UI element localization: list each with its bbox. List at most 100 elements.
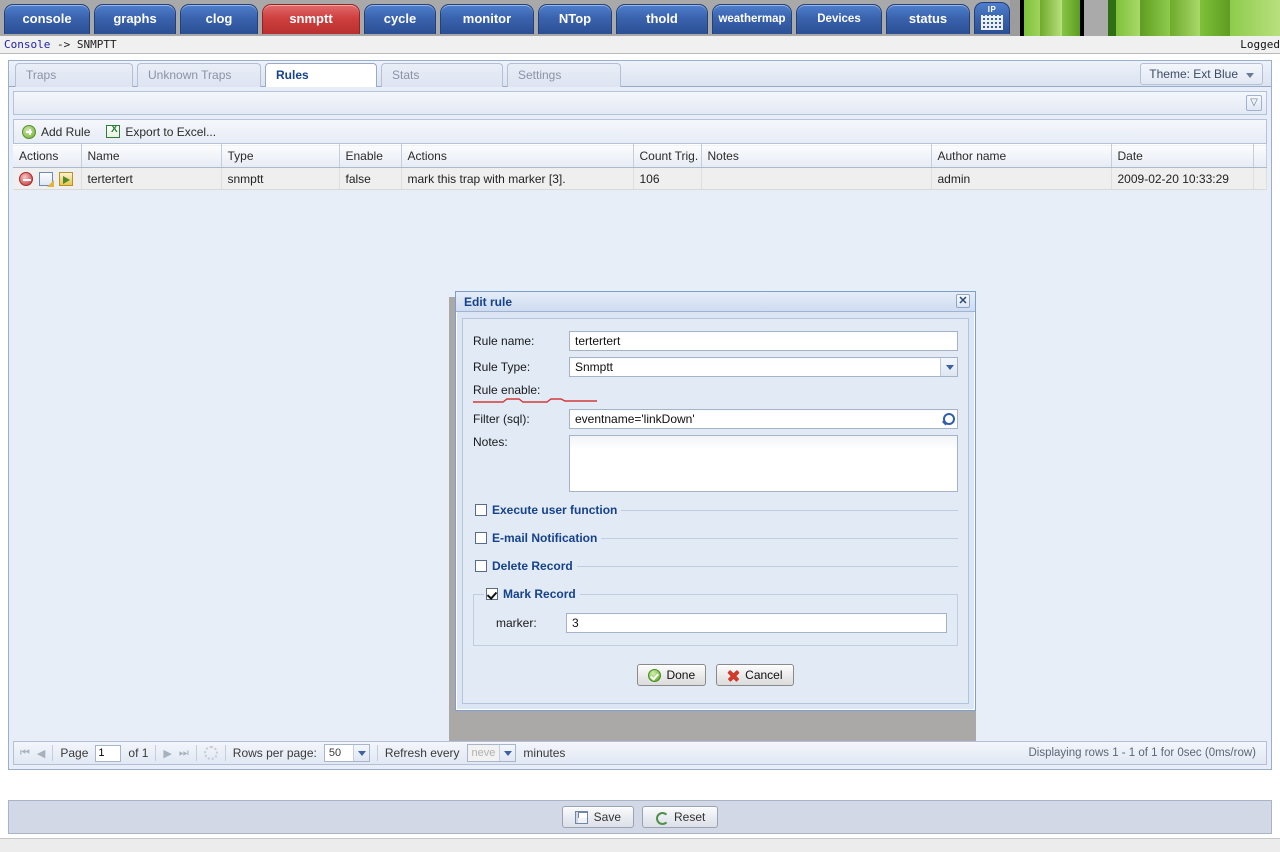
rows-per-page-select[interactable]: 50 bbox=[323, 744, 370, 762]
column-header-actions-2[interactable]: Actions bbox=[401, 144, 634, 168]
nav-tab-snmptt[interactable]: snmptt bbox=[262, 4, 360, 34]
tab-settings[interactable]: Settings bbox=[507, 63, 621, 87]
execute-user-function-checkbox[interactable] bbox=[475, 504, 487, 516]
nav-tab-devices[interactable]: Devices bbox=[796, 4, 882, 34]
filter-collapse-bar: ▽ bbox=[13, 91, 1267, 115]
column-header-enable[interactable]: Enable bbox=[339, 144, 402, 168]
nav-tab-graphs[interactable]: graphs bbox=[94, 4, 176, 34]
divider bbox=[195, 745, 197, 761]
page-number-input[interactable] bbox=[95, 744, 122, 762]
reset-arrow-icon bbox=[655, 811, 669, 825]
refresh-every-label: Refresh every bbox=[384, 746, 460, 760]
rule-type-select[interactable] bbox=[569, 357, 958, 377]
notes-textarea[interactable] bbox=[569, 435, 958, 492]
breadcrumb-separator: -> bbox=[50, 38, 77, 51]
save-button[interactable]: Save bbox=[561, 806, 634, 828]
filter-sql-input[interactable] bbox=[569, 409, 958, 429]
email-notification-checkbox[interactable] bbox=[475, 532, 487, 544]
edit-icon[interactable] bbox=[39, 171, 54, 187]
nav-tab-clog[interactable]: clog bbox=[180, 4, 258, 34]
dialog-header: Edit rule ✕ bbox=[456, 292, 975, 312]
delete-record-checkbox[interactable] bbox=[475, 560, 487, 572]
column-header-count-trig[interactable]: Count Trig. bbox=[633, 144, 702, 168]
section-email-notification: E-mail Notification bbox=[473, 531, 958, 545]
nav-tab-thold[interactable]: thold bbox=[616, 4, 708, 34]
chevron-double-down-icon[interactable]: ▽ bbox=[1246, 95, 1262, 111]
rules-grid: Actions Name Type Enable Actions Count T… bbox=[13, 144, 1267, 190]
last-page-button[interactable]: ⏭ bbox=[179, 747, 189, 760]
breadcrumb: Console -> SNMPTT Logged bbox=[0, 36, 1280, 54]
notes-label: Notes: bbox=[473, 435, 508, 449]
rule-name-input[interactable] bbox=[569, 331, 958, 351]
reset-button[interactable]: Reset bbox=[642, 806, 719, 828]
section-legend: Mark Record bbox=[484, 587, 580, 601]
cancel-button-label: Cancel bbox=[745, 668, 783, 682]
nav-tab-ntop[interactable]: NTop bbox=[538, 4, 612, 34]
column-header-date[interactable]: Date bbox=[1111, 144, 1254, 168]
chevron-down-icon[interactable] bbox=[940, 358, 957, 376]
grid-toolbar: Add Rule Export to Excel... bbox=[13, 119, 1267, 144]
tab-stats[interactable]: Stats bbox=[381, 63, 503, 87]
ip-label: IP bbox=[987, 5, 997, 14]
nav-tab-status[interactable]: status bbox=[886, 4, 970, 34]
keypad-icon bbox=[981, 15, 1003, 30]
cell-count-trig: 106 bbox=[633, 167, 702, 190]
logged-in-text: Logged bbox=[1240, 38, 1280, 51]
cross-icon bbox=[727, 669, 740, 682]
first-page-button[interactable]: ⏮ bbox=[20, 747, 30, 760]
column-header-actions[interactable]: Actions bbox=[13, 144, 82, 168]
column-header-spacer bbox=[1253, 144, 1267, 168]
add-rule-label: Add Rule bbox=[41, 124, 91, 139]
row-actions-cell bbox=[13, 167, 82, 190]
column-header-name[interactable]: Name bbox=[81, 144, 222, 168]
close-icon[interactable]: ✕ bbox=[956, 294, 970, 308]
mark-record-checkbox[interactable] bbox=[486, 588, 498, 600]
refresh-icon[interactable] bbox=[203, 746, 218, 760]
dialog-button-row: Done Cancel bbox=[473, 664, 958, 686]
section-legend: E-mail Notification bbox=[473, 531, 601, 545]
divider bbox=[224, 745, 226, 761]
export-to-excel-button[interactable]: Export to Excel... bbox=[106, 124, 216, 139]
column-header-author-name[interactable]: Author name bbox=[931, 144, 1112, 168]
nav-tab-monitor[interactable]: monitor bbox=[440, 4, 534, 34]
nav-tab-console[interactable]: console bbox=[4, 4, 90, 34]
chevron-down-icon bbox=[499, 745, 516, 761]
refresh-interval-select[interactable]: neve bbox=[466, 744, 517, 762]
cell-enable: false bbox=[339, 167, 402, 190]
rule-type-label: Rule Type: bbox=[473, 360, 531, 374]
nav-tab-weathermap[interactable]: weathermap bbox=[712, 4, 792, 34]
delete-icon[interactable] bbox=[19, 171, 33, 186]
marker-input[interactable] bbox=[566, 613, 947, 633]
cell-spacer bbox=[1253, 167, 1267, 190]
execute-user-function-label: Execute user function bbox=[492, 503, 618, 517]
column-header-type[interactable]: Type bbox=[221, 144, 340, 168]
next-page-button[interactable]: ▶ bbox=[163, 747, 171, 760]
divider bbox=[376, 745, 378, 761]
grid-header-row: Actions Name Type Enable Actions Count T… bbox=[13, 144, 1267, 168]
tab-rules[interactable]: Rules bbox=[265, 63, 377, 87]
tab-traps[interactable]: Traps bbox=[15, 63, 133, 87]
theme-selector[interactable]: Theme: Ext Blue bbox=[1140, 63, 1263, 85]
table-row[interactable]: tertertert snmptt false mark this trap w… bbox=[13, 167, 1267, 190]
cell-action-text: mark this trap with marker [3]. bbox=[401, 167, 634, 190]
search-icon[interactable] bbox=[939, 410, 957, 428]
dialog-title: Edit rule bbox=[464, 295, 513, 309]
column-header-notes[interactable]: Notes bbox=[701, 144, 932, 168]
breadcrumb-console-link[interactable]: Console bbox=[4, 38, 50, 51]
cancel-button[interactable]: Cancel bbox=[716, 664, 794, 686]
panel-tab-strip: Traps Unknown Traps Rules Stats Settings… bbox=[9, 61, 1271, 87]
nav-tab-ip-phone[interactable]: IP bbox=[974, 2, 1010, 34]
rule-enable-label: Rule enable: bbox=[473, 383, 541, 397]
plus-circle-icon bbox=[22, 124, 36, 139]
done-button[interactable]: Done bbox=[637, 664, 707, 686]
rule-name-row: Rule name: bbox=[473, 331, 958, 351]
add-rule-button[interactable]: Add Rule bbox=[22, 124, 91, 139]
nav-tab-cycle[interactable]: cycle bbox=[364, 4, 436, 34]
tab-unknown-traps[interactable]: Unknown Traps bbox=[137, 63, 261, 87]
theme-selector-label: Theme: Ext Blue bbox=[1149, 67, 1238, 81]
run-icon[interactable] bbox=[59, 171, 73, 186]
prev-page-button[interactable]: ◀ bbox=[37, 747, 45, 760]
section-execute-user-function: Execute user function bbox=[473, 503, 958, 517]
cell-type: snmptt bbox=[221, 167, 340, 190]
spellcheck-underline-icon bbox=[473, 398, 597, 403]
